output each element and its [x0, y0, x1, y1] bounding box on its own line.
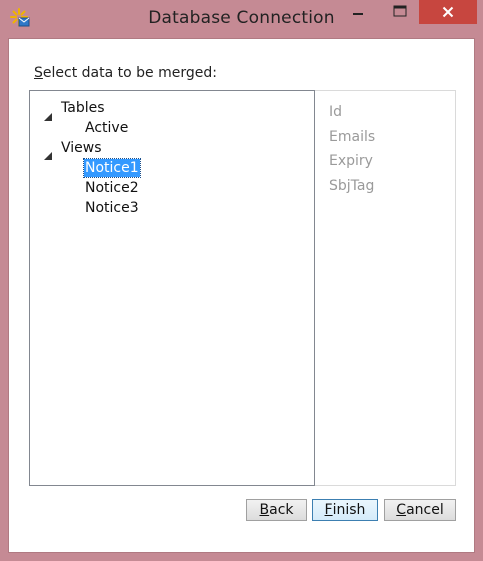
columns-list[interactable]: Id Emails Expiry SbjTag: [315, 90, 456, 486]
maximize-icon: [393, 2, 407, 21]
dialog-client-area: Select data to be merged: Tables Active …: [8, 38, 475, 553]
back-button-rest: ack: [269, 502, 294, 518]
column-item: Id: [329, 104, 343, 120]
data-tree[interactable]: Tables Active Views Notice1 Notice2 Noti…: [29, 90, 315, 486]
maximize-button[interactable]: [385, 0, 415, 22]
cancel-button-accel: C: [396, 502, 407, 518]
finish-button[interactable]: Finish: [312, 499, 378, 521]
tree-node-tables[interactable]: Tables: [61, 99, 105, 117]
select-data-label-rest: elect data to be merged:: [42, 65, 217, 81]
minimize-button[interactable]: [343, 0, 373, 22]
tree-node-notice3[interactable]: Notice3: [85, 199, 139, 217]
minimize-icon: [352, 2, 364, 21]
cancel-button[interactable]: Cancel: [384, 499, 456, 521]
tree-node-notice1[interactable]: Notice1: [83, 158, 141, 178]
tree-node-active[interactable]: Active: [85, 119, 128, 137]
finish-button-rest: inish: [332, 502, 366, 518]
column-item: SbjTag: [329, 178, 375, 194]
title-bar[interactable]: Database Connection: [0, 0, 483, 38]
back-button-accel: B: [259, 502, 270, 518]
close-icon: [442, 3, 454, 22]
finish-button-accel: F: [324, 502, 333, 518]
select-data-label-accel: S: [34, 65, 43, 81]
back-button[interactable]: Back: [246, 499, 307, 521]
close-button[interactable]: [419, 0, 477, 24]
cancel-button-rest: ancel: [406, 502, 444, 518]
column-item: Emails: [329, 129, 376, 145]
dialog-window: Database Connection Select data to be me…: [0, 0, 483, 561]
tree-node-notice2[interactable]: Notice2: [85, 179, 139, 197]
column-item: Expiry: [329, 153, 373, 169]
tree-node-views[interactable]: Views: [61, 139, 102, 157]
select-data-label: Select data to be merged:: [34, 65, 217, 81]
